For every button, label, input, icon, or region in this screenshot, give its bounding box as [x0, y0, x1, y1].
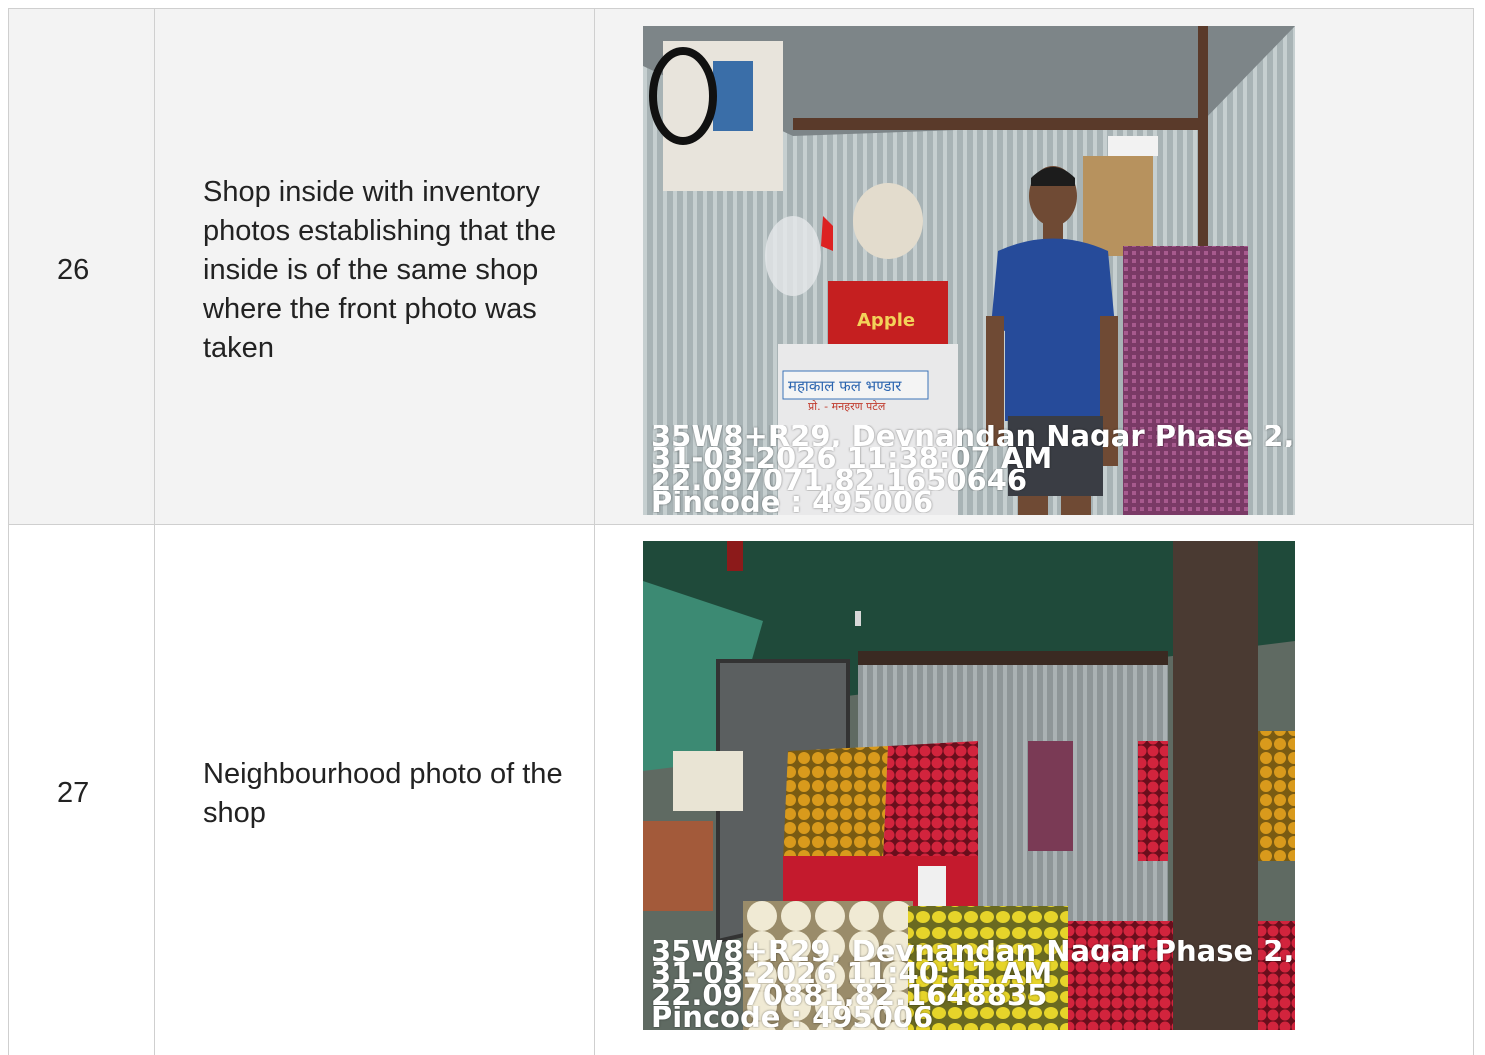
table-row: 27 Neighbourhood photo of the shop 35W8+… [8, 525, 1474, 1055]
geotag-pincode: Pincode : 495006 [651, 1006, 934, 1028]
description-cell: Neighbourhood photo of the shop [154, 525, 594, 1055]
geotag-address: 35W8+R29, Devnandan Nagar Phase 2, Fada [651, 940, 1295, 962]
geotag-address: 35W8+R29, Devnandan Nagar Phase 2, Fada [651, 425, 1295, 447]
geotag-coordinates: 22.097071,82.1650646 [651, 469, 1028, 491]
shop-inside-photo: Apple महाकाल फल भण्डार प्रो. - मनहरण पटे… [643, 26, 1295, 515]
neighbourhood-photo: 35W8+R29, Devnandan Nagar Phase 2, Fada … [643, 541, 1295, 1030]
checklist-table: 26 Shop inside with inventory photos est… [8, 8, 1474, 1055]
photo-cell: Apple महाकाल फल भण्डार प्रो. - मनहरण पटे… [594, 9, 1474, 524]
banner-text: महाकाल फल भण्डार [788, 377, 902, 395]
row-description: Shop inside with inventory photos establ… [203, 176, 557, 364]
photo-cell: 35W8+R29, Devnandan Nagar Phase 2, Fada … [594, 525, 1474, 1055]
row-number-cell: 27 [8, 525, 154, 1055]
geotag-datetime: 31-03-2026 11:40:11 AM [651, 962, 1053, 984]
description-cell: Shop inside with inventory photos establ… [154, 9, 594, 524]
table-row: 26 Shop inside with inventory photos est… [8, 9, 1474, 525]
geotag-datetime: 31-03-2026 11:38:07 AM [651, 447, 1053, 469]
geotag-coordinates: 22.0970881,82.1648835 [651, 984, 1048, 1006]
row-number: 26 [57, 254, 90, 286]
geotag-pincode: Pincode : 495006 [651, 491, 934, 513]
row-description: Neighbourhood photo of the shop [203, 758, 563, 829]
photo-geotag-stamp: 35W8+R29, Devnandan Nagar Phase 2, Fada … [651, 940, 1295, 1028]
row-number: 27 [57, 777, 90, 809]
row-number-cell: 26 [8, 9, 154, 524]
photo-geotag-stamp: 35W8+R29, Devnandan Nagar Phase 2, Fada … [651, 425, 1295, 513]
banner-subtext: प्रो. - मनहरण पटेल [808, 400, 886, 413]
box-label: Apple [857, 310, 915, 331]
